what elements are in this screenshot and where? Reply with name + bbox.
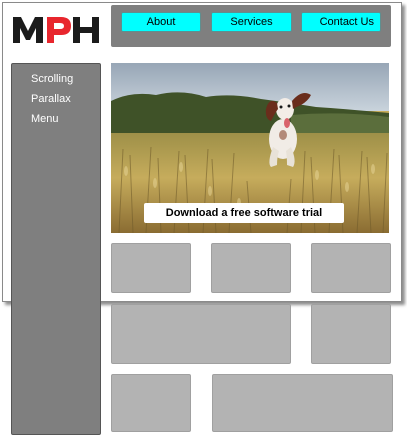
nav-about-button[interactable]: About [121, 12, 201, 32]
hero-banner: Download a free software trial [111, 63, 389, 233]
logo-letter-m [13, 17, 43, 43]
content-card-6[interactable] [111, 374, 191, 432]
logo-letter-h [73, 17, 99, 43]
sidebar-item-scrolling[interactable]: Scrolling [31, 73, 73, 85]
content-card-3[interactable] [311, 243, 391, 293]
sidebar-item-parallax[interactable]: Parallax [31, 93, 71, 105]
content-card-2[interactable] [211, 243, 291, 293]
top-navigation: About Services Contact Us [111, 5, 391, 47]
nav-services-button[interactable]: Services [211, 12, 292, 32]
sidebar-menu: Scrolling Parallax Menu [11, 63, 101, 435]
content-card-1[interactable] [111, 243, 191, 293]
sidebar-item-menu[interactable]: Menu [31, 113, 59, 125]
content-card-5[interactable] [311, 304, 391, 364]
logo-letter-p [47, 17, 71, 43]
content-card-7[interactable] [212, 374, 393, 432]
brand-logo[interactable] [13, 13, 101, 45]
nav-contact-button[interactable]: Contact Us [301, 12, 381, 32]
download-trial-button[interactable]: Download a free software trial [144, 203, 344, 223]
content-card-4[interactable] [111, 304, 291, 364]
